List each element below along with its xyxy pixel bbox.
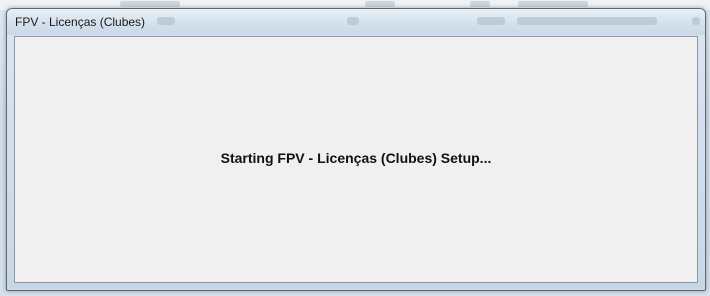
title-bar[interactable]: FPV - Licenças (Clubes) — [7, 9, 705, 35]
setup-window: FPV - Licenças (Clubes) Starting FPV - L… — [6, 8, 706, 291]
background-title-ghost — [517, 17, 657, 25]
background-title-ghost — [347, 17, 359, 25]
background-title-ghost — [157, 17, 175, 25]
window-title: FPV - Licenças (Clubes) — [15, 15, 146, 29]
status-message: Starting FPV - Licenças (Clubes) Setup..… — [220, 150, 492, 166]
window-content: Starting FPV - Licenças (Clubes) Setup..… — [14, 36, 698, 283]
background-title-ghost — [692, 17, 700, 25]
background-title-ghost — [477, 17, 505, 25]
